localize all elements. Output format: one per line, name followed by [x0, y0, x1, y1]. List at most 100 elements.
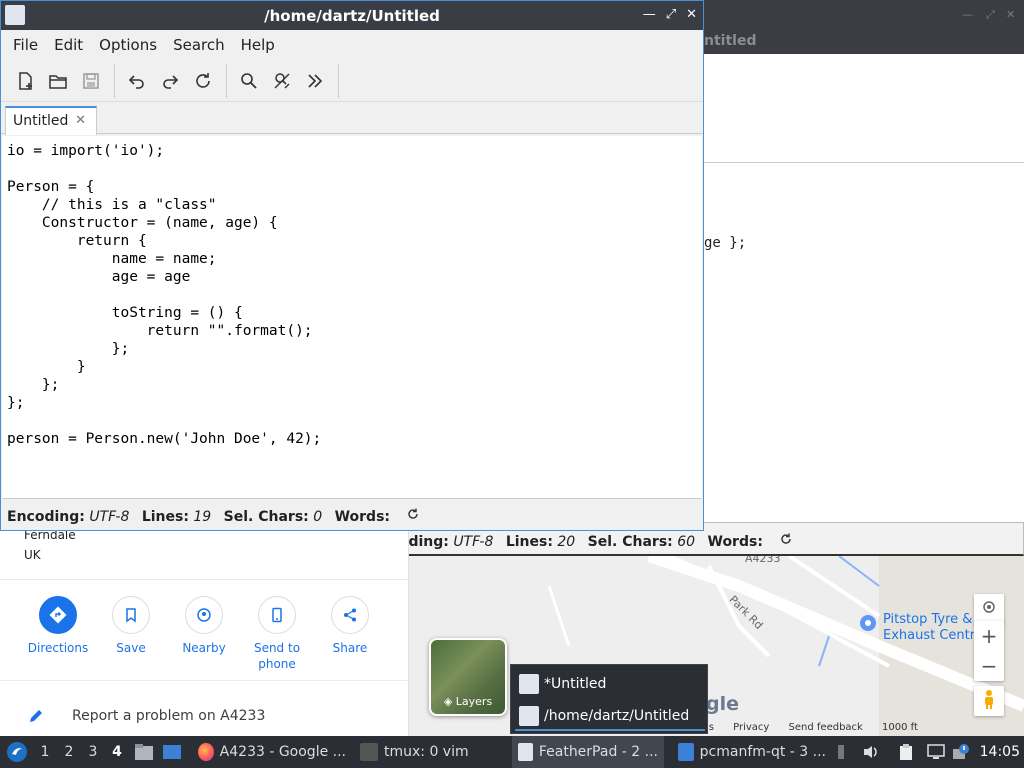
- undo-icon[interactable]: [121, 65, 153, 97]
- nearby-icon: [185, 596, 223, 634]
- menu-file[interactable]: File: [5, 36, 46, 54]
- save-place-button[interactable]: Save: [95, 596, 167, 656]
- start-menu-icon[interactable]: [4, 736, 30, 768]
- share-icon: [331, 596, 369, 634]
- road-label-a4233: A4233: [745, 556, 781, 565]
- toolbar-separator: [226, 63, 227, 98]
- menu-edit[interactable]: Edit: [46, 36, 91, 54]
- find-icon[interactable]: [233, 65, 265, 97]
- share-button[interactable]: Share: [314, 596, 386, 656]
- close-tab-icon[interactable]: ✕: [75, 113, 86, 128]
- send-feedback-link[interactable]: Send feedback: [789, 722, 863, 733]
- layers-button[interactable]: ◈ Layers: [429, 638, 507, 716]
- report-problem-link[interactable]: Report a problem on A4233: [0, 698, 409, 736]
- desktop-2[interactable]: 2: [57, 736, 81, 768]
- bg-editor-area[interactable]: ge };: [704, 162, 1024, 522]
- text-editor[interactable]: io = import('io'); Person = { // this is …: [2, 136, 702, 498]
- window-titlebar[interactable]: /home/dartz/Untitled — ⤢ ✕: [1, 1, 703, 30]
- zoom-in-button[interactable]: +: [974, 621, 1004, 651]
- code-line: name = name;: [7, 251, 217, 267]
- close-icon[interactable]: ✕: [686, 7, 697, 22]
- menu-search[interactable]: Search: [165, 36, 233, 54]
- encoding-value: UTF-8: [89, 509, 130, 525]
- divider: [0, 579, 409, 580]
- divider: [0, 680, 409, 681]
- directions-icon: [39, 596, 77, 634]
- bg-refresh-words-icon[interactable]: [779, 533, 793, 550]
- pegman-icon: [982, 689, 996, 713]
- task-featherpad[interactable]: FeatherPad - 2 ...: [512, 736, 664, 768]
- bg-minimize-icon[interactable]: —: [962, 8, 973, 21]
- menu-bar: File Edit Options Search Help: [1, 30, 703, 60]
- tray-separator-icon: [836, 736, 850, 768]
- featherpad-icon: [519, 706, 539, 726]
- task-firefox[interactable]: A4233 - Google ...: [192, 736, 352, 768]
- desktop-1[interactable]: 1: [33, 736, 57, 768]
- reload-icon[interactable]: [187, 65, 219, 97]
- bg-maximize-icon[interactable]: ⤢: [986, 8, 995, 22]
- street-view-pegman[interactable]: [974, 686, 1004, 716]
- popup-item-untitled[interactable]: *Untitled: [519, 670, 703, 698]
- code-line: age = age: [7, 269, 191, 285]
- open-folder-icon[interactable]: [42, 65, 74, 97]
- folder-icon: [678, 743, 694, 761]
- tab-untitled[interactable]: Untitled ✕: [5, 106, 97, 135]
- send-to-phone-button[interactable]: Send to phone: [241, 596, 313, 672]
- show-desktop-icon[interactable]: [162, 736, 184, 768]
- nearby-button[interactable]: Nearby: [168, 596, 240, 656]
- find-replace-icon[interactable]: [266, 65, 298, 97]
- menu-options[interactable]: Options: [91, 36, 165, 54]
- scale-label: 1000 ft: [882, 722, 918, 733]
- bg-tab-label[interactable]: ntitled: [704, 28, 1024, 54]
- maps-side-panel: Ferndale UK Directions Save Nearby Send: [0, 520, 409, 736]
- status-bar: Encoding: UTF-8 Lines: 19 Sel. Chars: 0 …: [2, 498, 702, 530]
- clipboard-icon[interactable]: [898, 736, 918, 768]
- featherpad-icon: [518, 743, 533, 761]
- refresh-words-icon[interactable]: [406, 508, 420, 525]
- address-line-2: UK: [24, 548, 41, 562]
- task-pcmanfm[interactable]: pcmanfm-qt - 3 ...: [672, 736, 832, 768]
- go-to-line-icon[interactable]: [299, 65, 331, 97]
- window-title: /home/dartz/Untitled: [264, 7, 440, 25]
- new-file-icon[interactable]: [9, 65, 41, 97]
- layers-icon: ◈: [443, 695, 453, 708]
- network-icon[interactable]: [926, 736, 948, 768]
- toolbar-separator: [114, 63, 115, 98]
- file-manager-launcher-icon[interactable]: [134, 736, 156, 768]
- code-line: toString = () {: [7, 305, 243, 321]
- code-line: };: [7, 341, 130, 357]
- pencil-icon: [28, 708, 44, 728]
- task-terminal[interactable]: tmux: 0 vim: [354, 736, 510, 768]
- popup-active-indicator: [515, 729, 705, 731]
- bg-close-icon[interactable]: ✕: [1006, 8, 1015, 21]
- update-notifier-icon[interactable]: [952, 736, 972, 768]
- volume-icon[interactable]: [862, 736, 882, 768]
- featherpad-window[interactable]: /home/dartz/Untitled — ⤢ ✕ File Edit Opt…: [0, 0, 704, 531]
- zoom-out-button[interactable]: −: [974, 651, 1004, 681]
- poi-label[interactable]: Pitstop Tyre & Exhaust Centre: [883, 612, 983, 644]
- redo-icon[interactable]: [154, 65, 186, 97]
- background-editor-window[interactable]: — ⤢ ✕ ntitled ge };: [704, 0, 1024, 556]
- popup-item-home-untitled[interactable]: /home/dartz/Untitled: [519, 702, 703, 730]
- code-line: };: [7, 377, 60, 393]
- bg-titlebar[interactable]: — ⤢ ✕: [704, 0, 1024, 30]
- code-line: }: [7, 359, 86, 375]
- directions-button[interactable]: Directions: [22, 596, 94, 656]
- map-footer: ms Privacy Send feedback 1000 ft: [699, 722, 934, 736]
- menu-help[interactable]: Help: [233, 36, 283, 54]
- maximize-icon[interactable]: ⤢: [666, 7, 676, 22]
- minimize-icon[interactable]: —: [643, 7, 656, 22]
- terminal-icon: [360, 743, 378, 761]
- code-line: // this is a "class": [7, 197, 217, 213]
- poi-marker-icon[interactable]: [859, 614, 877, 636]
- privacy-link[interactable]: Privacy: [733, 722, 769, 733]
- desktop-3[interactable]: 3: [81, 736, 105, 768]
- my-location-button[interactable]: [974, 594, 1004, 624]
- save-icon[interactable]: [75, 65, 107, 97]
- my-location-icon: [981, 599, 997, 619]
- desktop-4[interactable]: 4: [105, 736, 129, 768]
- task-group-popup: *Untitled /home/dartz/Untitled: [510, 664, 708, 734]
- clock[interactable]: 14:05: [980, 736, 1020, 768]
